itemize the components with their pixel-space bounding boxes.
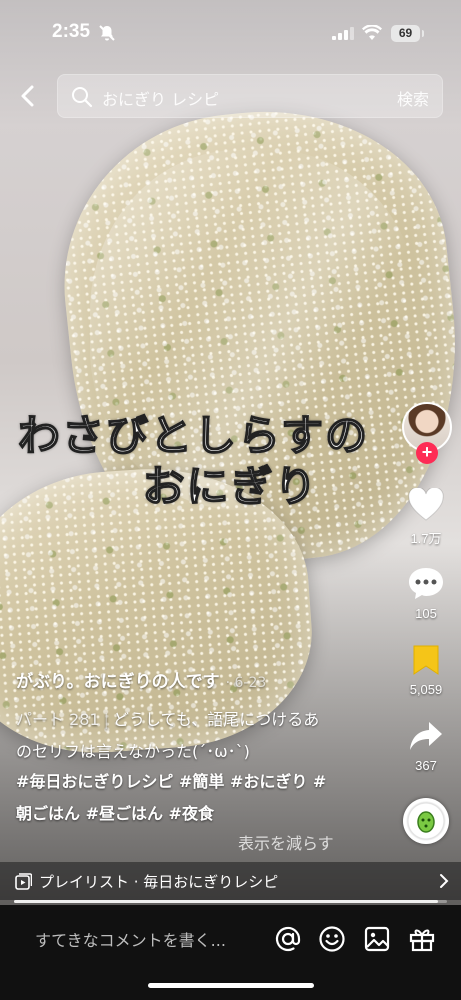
video-progress-fill: [14, 900, 439, 903]
follow-button[interactable]: +: [416, 442, 438, 464]
author-name[interactable]: がぶり。おにぎりの人です: [16, 672, 220, 692]
hashtags-line-2[interactable]: 朝ごはん #昼ごはん #夜食: [16, 798, 361, 830]
signal-icon: [332, 27, 354, 40]
part-number: パート 281: [16, 710, 100, 729]
silent-bell-icon: [99, 25, 115, 41]
comment-count: 105: [415, 606, 437, 621]
like-count: 1.7万: [410, 531, 442, 546]
video-title-line-2: おにぎり: [142, 461, 319, 512]
image-icon[interactable]: [363, 925, 391, 953]
status-time: 2:35: [52, 21, 91, 42]
playlist-icon: [15, 873, 32, 890]
status-bar: 2:35 69: [0, 0, 461, 64]
onigiri-sound-icon: [417, 811, 435, 833]
comment-button[interactable]: 105: [398, 566, 454, 621]
post-date: · 6-23: [225, 675, 267, 691]
wifi-icon: [362, 25, 382, 40]
hashtags-line-1[interactable]: #毎日おにぎりレシピ #簡単 #おにぎり #: [16, 766, 361, 798]
home-indicator: [148, 983, 314, 988]
back-icon[interactable]: [14, 80, 42, 112]
save-count: 5,059: [409, 682, 443, 697]
share-count: 367: [415, 758, 437, 773]
search-button[interactable]: 検索: [397, 86, 429, 110]
description-line-1: どうしても、語尾につけるあ: [113, 710, 320, 729]
search-input[interactable]: おにぎり レシピ: [102, 86, 219, 110]
share-button[interactable]: 367: [398, 720, 454, 773]
search-icon: [72, 87, 93, 108]
description-line-2: のセリフは言えなかった(´･ω･`): [16, 742, 250, 761]
playlist-label[interactable]: プレイリスト · 毎日おにぎりレシピ: [39, 871, 278, 892]
playlist-bar[interactable]: プレイリスト · 毎日おにぎりレシピ: [0, 862, 461, 900]
comment-input[interactable]: すてきなコメントを書く...: [35, 927, 226, 951]
part-separator: |: [103, 710, 110, 729]
comment-icon: [409, 568, 443, 599]
post-description: パート 281 | どうしても、語尾につけるあ のセリフは言えなかった(´･ω･`): [16, 704, 361, 768]
battery-indicator: 69: [391, 25, 424, 42]
video-progress-bar[interactable]: [14, 900, 447, 903]
hashtags[interactable]: #毎日おにぎりレシピ #簡単 #おにぎり # 朝ごはん #昼ごはん #夜食: [16, 766, 361, 830]
emoji-icon[interactable]: [318, 925, 346, 953]
like-button[interactable]: 1.7万: [398, 486, 454, 547]
mention-icon[interactable]: [274, 925, 302, 953]
author-line[interactable]: がぶり。おにぎりの人です · 6-23: [16, 667, 361, 692]
bookmark-icon: [413, 645, 439, 675]
heart-icon: [408, 486, 444, 521]
search-bar[interactable]: おにぎり レシピ 検索: [57, 74, 443, 118]
gift-icon[interactable]: [408, 925, 436, 953]
sound-disc[interactable]: [403, 798, 449, 844]
chevron-right-icon: [440, 874, 449, 888]
show-less-button[interactable]: 表示を減らす: [238, 830, 334, 854]
save-button[interactable]: 5,059: [398, 644, 454, 697]
share-icon: [410, 722, 442, 750]
